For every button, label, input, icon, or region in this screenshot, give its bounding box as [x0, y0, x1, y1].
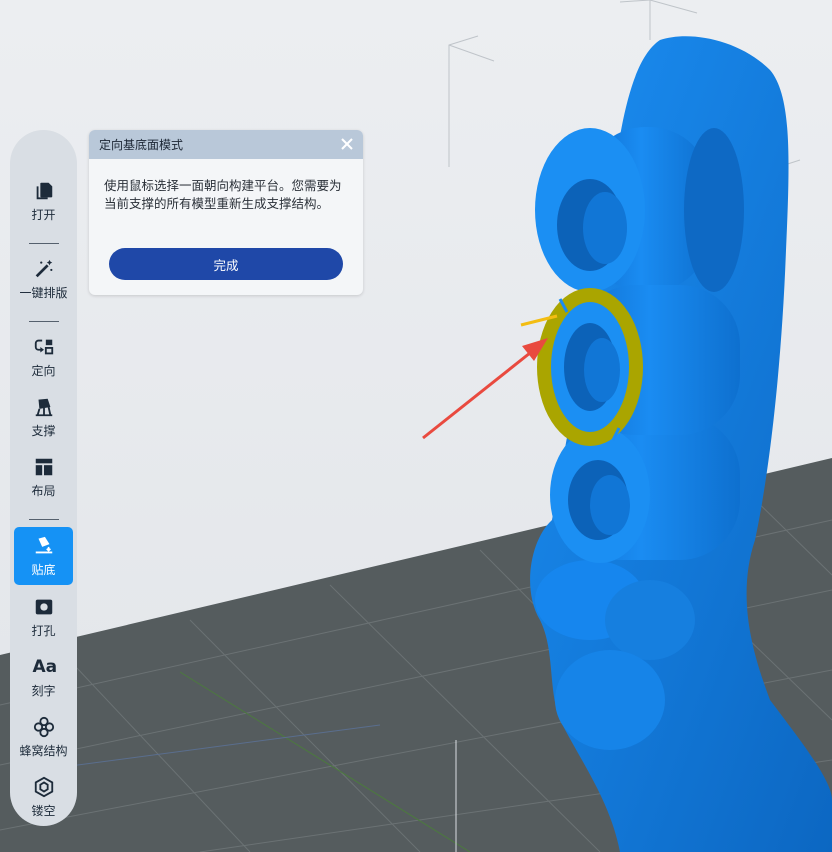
- done-button[interactable]: 完成: [109, 248, 343, 280]
- tool-layout-label: 布局: [31, 484, 56, 498]
- tool-hollow-label: 镂空: [31, 804, 56, 818]
- tool-open[interactable]: 打开: [14, 172, 73, 230]
- 3d-viewport[interactable]: [0, 0, 832, 852]
- toolbar-divider: [29, 519, 59, 520]
- dialog-message: 使用鼠标选择一面朝向构建平台。您需要为当前支撑的所有模型重新生成支撑结构。: [104, 178, 342, 211]
- honeycomb-icon: [33, 716, 54, 738]
- hole-punch-icon: [35, 599, 52, 615]
- tool-layout[interactable]: 布局: [14, 448, 73, 506]
- toolbar-divider: [29, 243, 59, 244]
- model-ring-top: [535, 127, 744, 292]
- close-icon[interactable]: [339, 136, 355, 152]
- tool-auto-layout[interactable]: 一键排版: [14, 250, 73, 308]
- magic-wand-icon: [35, 259, 52, 278]
- orient-base-dialog: 定向基底面模式 使用鼠标选择一面朝向构建平台。您需要为当前支撑的所有模型重新生成…: [89, 130, 363, 295]
- tool-engrave-text[interactable]: Aa 刻字: [14, 648, 73, 706]
- support-icon: [35, 398, 52, 417]
- tool-lay-flat[interactable]: 贴底: [14, 527, 73, 585]
- tool-orient-label: 定向: [31, 364, 56, 378]
- tool-orient[interactable]: 定向: [14, 328, 73, 386]
- tool-support[interactable]: 支撑: [14, 388, 73, 446]
- tool-hollow[interactable]: 镂空: [14, 768, 73, 826]
- lay-flat-icon: [35, 536, 52, 554]
- hollow-icon: [34, 776, 53, 798]
- tool-honeycomb-label: 蜂窝结构: [19, 744, 68, 758]
- layout-icon: [35, 458, 52, 476]
- tool-hole-punch[interactable]: 打孔: [14, 588, 73, 646]
- left-toolbar: 打开 一键排版 定向 支撑 布局 贴底 打孔 Aa 刻字 蜂窝结构 镂空: [10, 130, 77, 826]
- dialog-header: 定向基底面模式: [89, 130, 363, 159]
- toolbar-divider: [29, 321, 59, 322]
- tool-engrave-text-label: 刻字: [31, 684, 56, 698]
- file-copy-icon: [36, 182, 52, 200]
- text-icon: Aa: [32, 657, 58, 677]
- tool-honeycomb[interactable]: 蜂窝结构: [14, 708, 73, 766]
- orient-icon: [34, 339, 53, 355]
- tool-lay-flat-label: 贴底: [31, 563, 56, 577]
- tool-open-label: 打开: [31, 208, 56, 222]
- tool-auto-layout-label: 一键排版: [19, 286, 68, 300]
- dialog-title: 定向基底面模式: [99, 138, 184, 152]
- tool-support-label: 支撑: [31, 424, 56, 438]
- tool-hole-punch-label: 打孔: [31, 624, 56, 638]
